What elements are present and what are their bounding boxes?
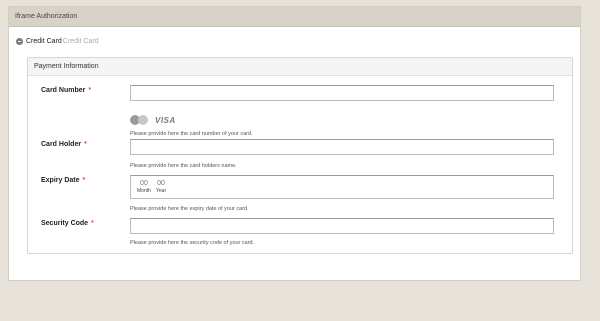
- expiry-month[interactable]: 00 Month: [137, 180, 151, 194]
- fieldset-title: Payment Information: [34, 63, 99, 70]
- expiry-month-value[interactable]: 00: [137, 180, 151, 187]
- security-code-help: Please provide here the security code of…: [130, 240, 255, 246]
- card-holder-label: Card Holder *: [41, 141, 87, 148]
- card-holder-input[interactable]: [130, 139, 554, 155]
- expiry-date-label-text: Expiry Date: [41, 177, 80, 184]
- visa-logo: VISA: [155, 115, 176, 125]
- payment-information-fieldset: Payment Information Card Number * VISA Pl…: [27, 57, 573, 254]
- expiry-date-help: Please provide here the expiry date of y…: [130, 206, 249, 212]
- required-marker: *: [91, 220, 94, 227]
- expiry-date-label: Expiry Date *: [41, 177, 85, 184]
- panel-header: Iframe Authorization: [9, 7, 580, 27]
- payment-method-subtitle: Credit Card: [62, 38, 99, 45]
- mastercard-icon: [130, 115, 150, 125]
- card-holder-label-text: Card Holder: [41, 141, 82, 148]
- expiry-year[interactable]: 00 Year: [156, 180, 166, 194]
- expiry-date-field[interactable]: 00 Month 00 Year: [130, 175, 554, 199]
- security-code-label-text: Security Code: [41, 220, 89, 227]
- card-number-label: Card Number *: [41, 87, 91, 94]
- expiry-year-label: Year: [156, 188, 167, 194]
- card-number-input[interactable]: [130, 85, 554, 101]
- fieldset-header: Payment Information: [28, 58, 572, 76]
- expiry-year-value[interactable]: 00: [156, 180, 166, 187]
- collapse-icon[interactable]: [16, 38, 23, 45]
- card-number-help: Please provide here the card number of y…: [130, 131, 253, 137]
- required-marker: *: [88, 87, 92, 94]
- card-number-label-text: Card Number: [41, 87, 86, 94]
- panel-title: Iframe Authorization: [15, 13, 78, 20]
- expiry-month-label: Month: [137, 188, 151, 194]
- authorization-panel: Iframe Authorization Credit Card Credit …: [8, 6, 581, 281]
- security-code-label: Security Code *: [41, 220, 94, 227]
- payment-method-option[interactable]: Credit Card Credit Card: [16, 38, 99, 45]
- card-brand-logos: VISA: [130, 115, 176, 125]
- required-marker: *: [84, 141, 87, 148]
- security-code-input[interactable]: [130, 218, 554, 234]
- required-marker: *: [82, 177, 86, 184]
- card-holder-help: Please provide here the card holders nam…: [130, 163, 237, 169]
- payment-method-name[interactable]: Credit Card: [26, 38, 62, 45]
